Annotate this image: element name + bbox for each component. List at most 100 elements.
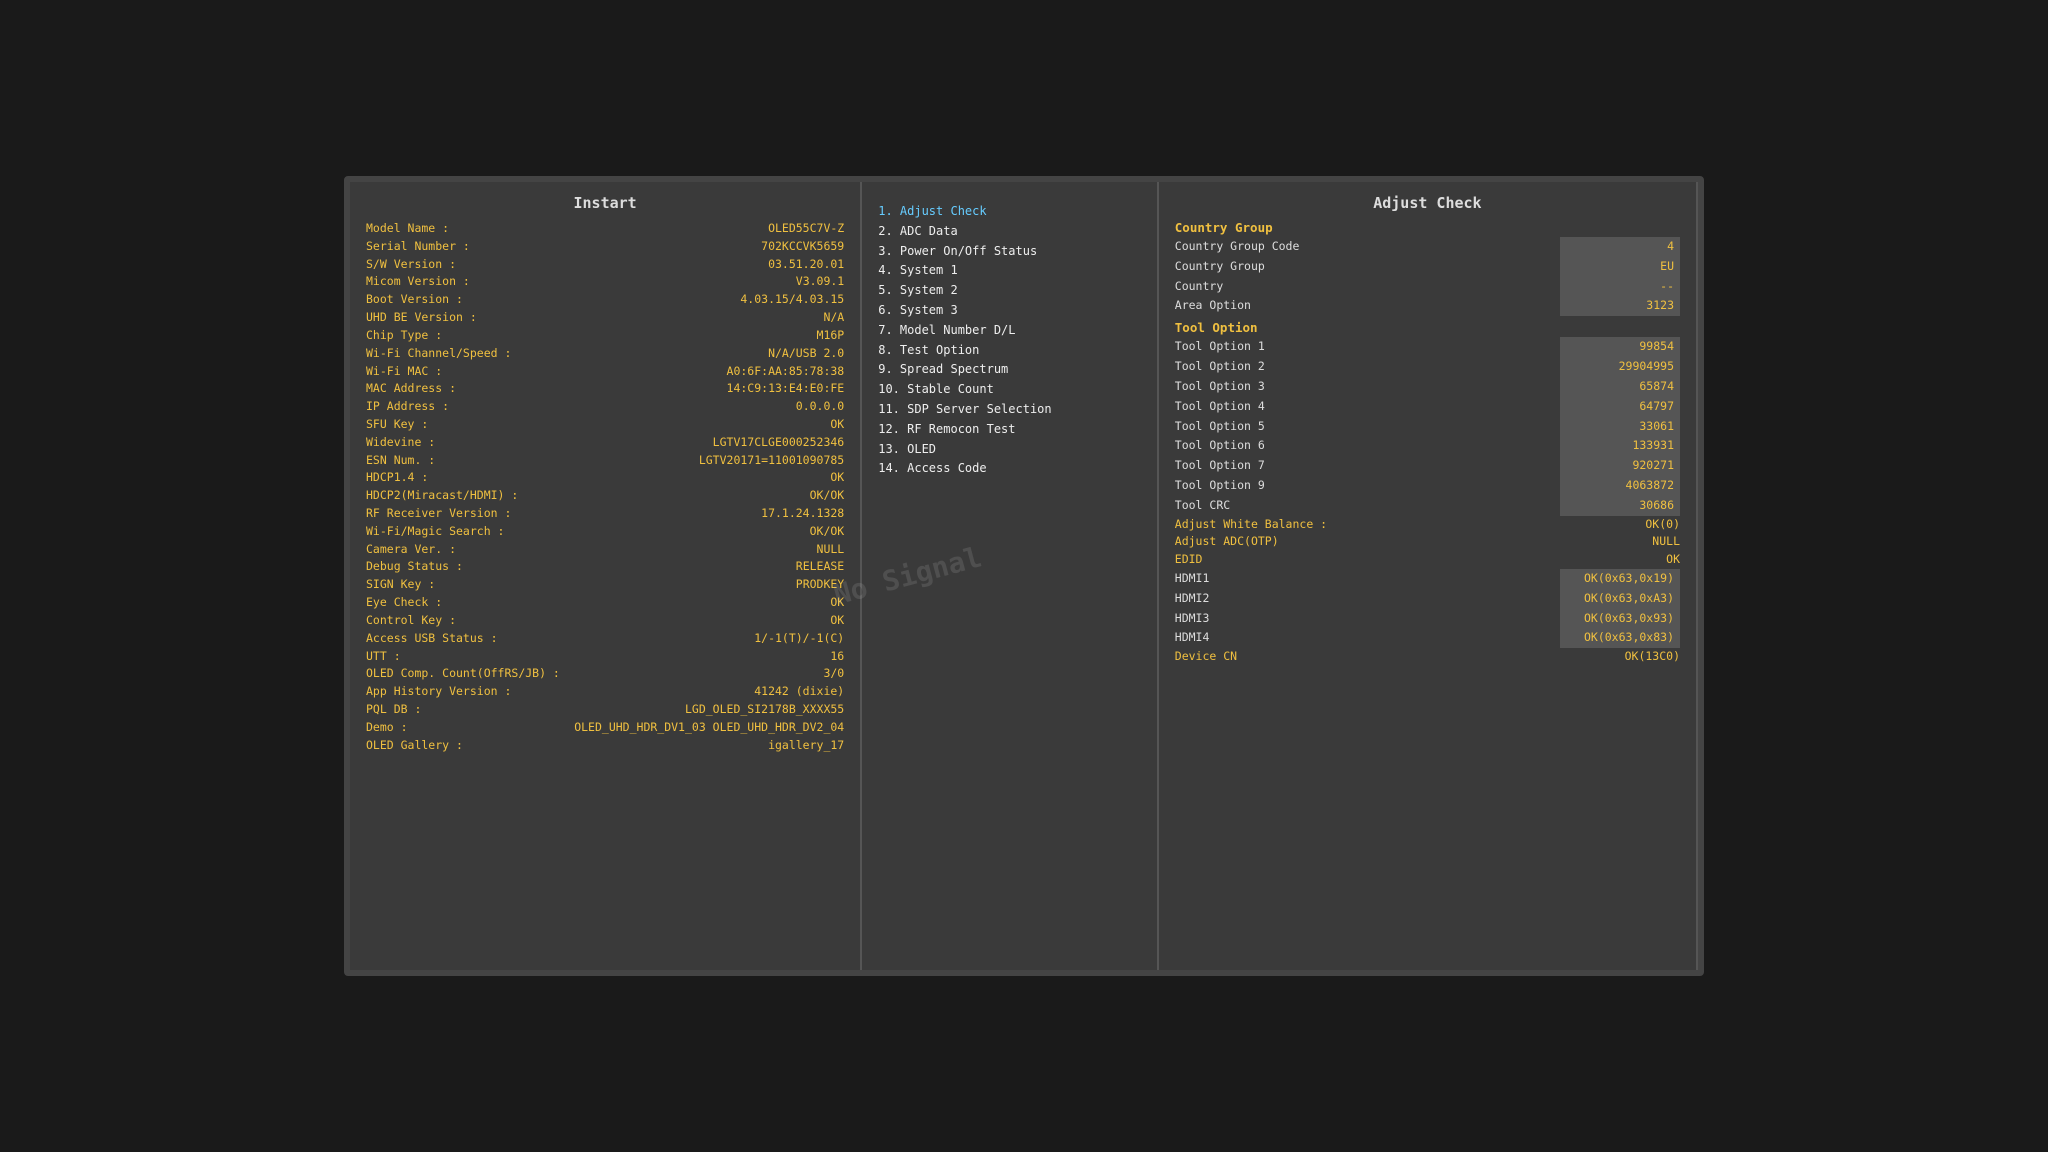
info-label: Access USB Status : (366, 630, 498, 648)
check-value: 29904995 (1560, 357, 1680, 377)
info-label: Debug Status : (366, 558, 463, 576)
check-row: HDMI1OK(0x63,0x19) (1175, 569, 1680, 589)
check-label: Tool Option 3 (1175, 378, 1265, 396)
section-title: Country Group (1175, 220, 1680, 235)
menu-item[interactable]: 11. SDP Server Selection (878, 400, 1141, 420)
menu-item[interactable]: 7. Model Number D/L (878, 321, 1141, 341)
check-row: Tool Option 2 29904995 (1175, 357, 1680, 377)
info-label: Wi-Fi/Magic Search : (366, 523, 504, 541)
info-value: 14:C9:13:E4:E0:FE (727, 380, 845, 398)
info-label: Eye Check : (366, 594, 442, 612)
check-value: 3123 (1560, 296, 1680, 316)
info-value: A0:6F:AA:85:78:38 (727, 363, 845, 381)
left-info-row: Boot Version :4.03.15/4.03.15 (366, 291, 844, 309)
info-value: PRODKEY (796, 576, 844, 594)
check-value: OK(0) (1560, 516, 1680, 534)
menu-item[interactable]: 8. Test Option (878, 341, 1141, 361)
tv-screen: Instart Model Name :OLED55C7V-ZSerial Nu… (344, 176, 1704, 976)
screen-content: Instart Model Name :OLED55C7V-ZSerial Nu… (350, 182, 1698, 970)
check-value: NULL (1560, 533, 1680, 551)
left-info-row: UHD BE Version :N/A (366, 309, 844, 327)
menu-item[interactable]: 12. RF Remocon Test (878, 420, 1141, 440)
check-value: OK(13C0) (1560, 648, 1680, 666)
info-label: Wi-Fi MAC : (366, 363, 442, 381)
left-info-row: ESN Num. :LGTV20171=11001090785 (366, 452, 844, 470)
info-value: OK (830, 469, 844, 487)
menu-item[interactable]: 6. System 3 (878, 301, 1141, 321)
check-value: OK(0x63,0x93) (1560, 609, 1680, 629)
check-value: OK(0x63,0x19) (1560, 569, 1680, 589)
menu-item[interactable]: 9. Spread Spectrum (878, 360, 1141, 380)
info-value: NULL (817, 541, 845, 559)
check-label: Device CN (1175, 648, 1237, 666)
check-row: Tool Option 365874 (1175, 377, 1680, 397)
left-info-row: HDCP1.4 :OK (366, 469, 844, 487)
check-row: Device CN OK(13C0) (1175, 648, 1680, 666)
info-label: Wi-Fi Channel/Speed : (366, 345, 511, 363)
info-value: LGTV20171=11001090785 (699, 452, 844, 470)
menu-item[interactable]: 3. Power On/Off Status (878, 242, 1141, 262)
check-label: Tool Option 1 (1175, 338, 1265, 356)
check-row: Tool Option 6133931 (1175, 436, 1680, 456)
left-rows: Model Name :OLED55C7V-ZSerial Number :70… (366, 220, 844, 754)
menu-item[interactable]: 1. Adjust Check (878, 202, 1141, 222)
info-value: 702KCCVK5659 (761, 238, 844, 256)
check-label: Tool Option 2 (1175, 358, 1265, 376)
check-label: Tool Option 5 (1175, 418, 1265, 436)
info-value: M16P (817, 327, 845, 345)
info-label: Chip Type : (366, 327, 442, 345)
menu-item[interactable]: 10. Stable Count (878, 380, 1141, 400)
info-value: 3/0 (823, 665, 844, 683)
left-info-row: SIGN Key :PRODKEY (366, 576, 844, 594)
info-value: OK (830, 612, 844, 630)
check-value: OK(0x63,0xA3) (1560, 589, 1680, 609)
check-row: Country GroupEU (1175, 257, 1680, 277)
check-value: 4 (1560, 237, 1680, 257)
info-label: Camera Ver. : (366, 541, 456, 559)
menu-item[interactable]: 4. System 1 (878, 261, 1141, 281)
check-row: Tool Option 4 64797 (1175, 397, 1680, 417)
check-label: Tool Option 6 (1175, 437, 1265, 455)
left-info-row: MAC Address : 14:C9:13:E4:E0:FE (366, 380, 844, 398)
check-label: Area Option (1175, 297, 1251, 315)
info-label: OLED Gallery : (366, 737, 463, 755)
info-value: 17.1.24.1328 (761, 505, 844, 523)
info-label: MAC Address : (366, 380, 456, 398)
check-row: Area Option 3123 (1175, 296, 1680, 316)
left-panel: Instart Model Name :OLED55C7V-ZSerial Nu… (350, 182, 862, 970)
left-info-row: Chip Type : M16P (366, 327, 844, 345)
info-value: N/A/USB 2.0 (768, 345, 844, 363)
check-label: Tool Option 7 (1175, 457, 1265, 475)
check-label: HDMI3 (1175, 610, 1210, 628)
info-label: OLED Comp. Count(OffRS/JB) : (366, 665, 560, 683)
info-label: RF Receiver Version : (366, 505, 511, 523)
left-info-row: Camera Ver. : NULL (366, 541, 844, 559)
left-info-row: Model Name :OLED55C7V-Z (366, 220, 844, 238)
check-label: Tool Option 4 (1175, 398, 1265, 416)
check-value: 64797 (1560, 397, 1680, 417)
info-value: 16 (830, 648, 844, 666)
check-value: EU (1560, 257, 1680, 277)
menu-item[interactable]: 13. OLED (878, 440, 1141, 460)
menu-item[interactable]: 14. Access Code (878, 459, 1141, 479)
left-info-row: S/W Version :03.51.20.01 (366, 256, 844, 274)
menu-item[interactable]: 5. System 2 (878, 281, 1141, 301)
check-row: HDMI2OK(0x63,0xA3) (1175, 589, 1680, 609)
check-row: Tool Option 7920271 (1175, 456, 1680, 476)
left-info-row: Wi-Fi MAC : A0:6F:AA:85:78:38 (366, 363, 844, 381)
check-label: Country Group Code (1175, 238, 1300, 256)
left-info-row: IP Address :0.0.0.0 (366, 398, 844, 416)
left-info-row: PQL DB :LGD_OLED_SI2178B_XXXX55 (366, 701, 844, 719)
left-info-row: Wi-Fi Channel/Speed : N/A/USB 2.0 (366, 345, 844, 363)
right-panel: Adjust Check Country GroupCountry Group … (1159, 182, 1698, 970)
info-label: Model Name : (366, 220, 449, 238)
left-info-row: Debug Status :RELEASE (366, 558, 844, 576)
left-info-row: Demo :OLED_UHD_HDR_DV1_03 OLED_UHD_HDR_D… (366, 719, 844, 737)
left-info-row: App History Version :41242 (dixie) (366, 683, 844, 701)
check-row: Tool CRC30686 (1175, 496, 1680, 516)
left-info-row: Serial Number :702KCCVK5659 (366, 238, 844, 256)
check-label: Tool CRC (1175, 497, 1230, 515)
info-value: 0.0.0.0 (796, 398, 844, 416)
menu-item[interactable]: 2. ADC Data (878, 222, 1141, 242)
info-value: V3.09.1 (796, 273, 844, 291)
